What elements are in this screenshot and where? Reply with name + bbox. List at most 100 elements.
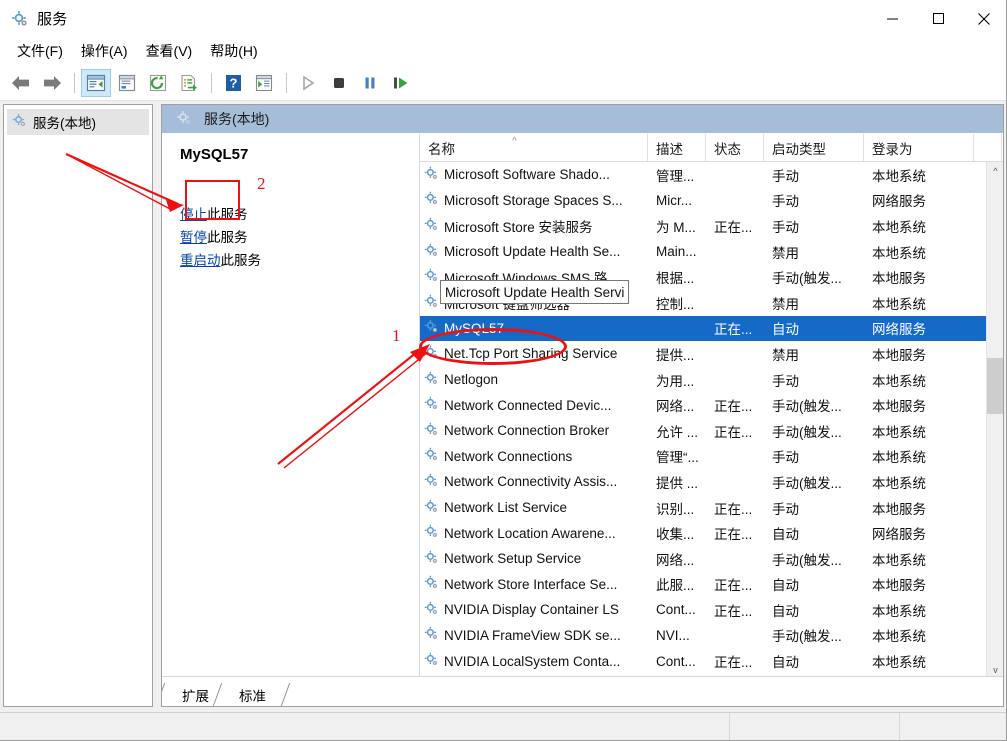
- restart-this-service-link[interactable]: 重启动: [180, 253, 221, 268]
- cell-description: NVI...: [656, 627, 690, 643]
- cell-service-name: Netlogon: [420, 371, 648, 389]
- toolbar-separator-3: [286, 72, 287, 93]
- tab-standard[interactable]: 标准: [223, 683, 280, 706]
- cell-service-name: Microsoft Software Shado...: [420, 166, 648, 184]
- pane-header-label: 服务(本地): [204, 111, 270, 127]
- cell-service-name: Network Connections: [420, 447, 648, 465]
- pause-this-service-link[interactable]: 暂停: [180, 230, 207, 245]
- table-row[interactable]: Network Connection Broker 允许 ... 正在... 手动(触…: [420, 418, 986, 444]
- table-row[interactable]: Network Location Awarene... 收集... 正在... 自动 网…: [420, 520, 986, 546]
- services-rows: Microsoft Software Shado... 管理... 手动 本地系统 Mi…: [420, 162, 986, 678]
- cell-status: 正在...: [714, 424, 753, 440]
- tree-item-services-local[interactable]: 服务(本地): [7, 109, 149, 135]
- service-name-label: Network Connectivity Assis...: [444, 474, 618, 490]
- column-header-startup-type[interactable]: 启动类型: [764, 134, 864, 161]
- table-row[interactable]: Microsoft Software Shado... 管理... 手动 本地系统: [420, 162, 986, 188]
- table-row[interactable]: Network Connected Devic... 网络... 正在... 手动(触…: [420, 392, 986, 418]
- service-name-label: NVIDIA LocalSystem Conta...: [444, 653, 621, 669]
- help-icon[interactable]: ?: [218, 69, 248, 97]
- table-row[interactable]: NVIDIA LocalSystem Conta... Cont... 正在... 自…: [420, 648, 986, 674]
- column-header-log-on-as[interactable]: 登录为: [864, 134, 974, 161]
- export-list-icon[interactable]: [174, 69, 204, 97]
- table-row[interactable]: Network Connections 管理“... 手动 本地系统: [420, 444, 986, 470]
- scroll-up-arrow-icon[interactable]: ^: [987, 162, 1003, 179]
- cell-log-on-as: 本地系统: [872, 475, 926, 491]
- column-header-filler: [974, 134, 1002, 161]
- menu-action[interactable]: 操作(A): [72, 38, 137, 64]
- tab-extended-label: 扩展: [182, 688, 209, 704]
- column-header-description[interactable]: 描述: [648, 134, 706, 161]
- refresh-icon[interactable]: [143, 69, 173, 97]
- column-header-name[interactable]: 名称 ^: [420, 134, 648, 161]
- show-action-pane-icon[interactable]: [249, 69, 279, 97]
- toolbar-separator: [74, 72, 75, 93]
- services-gear-icon: [424, 626, 439, 644]
- status-bar: [0, 712, 1006, 740]
- pause-this-service-line: 暂停此服务: [180, 226, 419, 249]
- main-body: 服务(本地) 服务(本地) MySQL57 停止此服务 暂停此服务 重启动此服务…: [0, 101, 1006, 713]
- start-service-icon[interactable]: [293, 69, 323, 97]
- cell-service-name: Network Connected Devic...: [420, 396, 648, 414]
- minimize-button[interactable]: [869, 0, 915, 37]
- table-row[interactable]: Microsoft Update Health Se... Main... 禁用 本地…: [420, 239, 986, 265]
- table-row[interactable]: Network Connectivity Assis... 提供 ... 手动(触发…: [420, 469, 986, 495]
- window-title: 服务: [37, 11, 68, 28]
- cell-startup-type: 手动: [772, 219, 799, 235]
- cell-service-name: Microsoft Update Health Se...: [420, 243, 648, 261]
- scrollbar-thumb[interactable]: [987, 358, 1003, 414]
- cell-service-name: Network Connectivity Assis...: [420, 473, 648, 491]
- stop-service-icon[interactable]: [324, 69, 354, 97]
- list-vertical-scrollbar[interactable]: ^ v: [986, 162, 1003, 678]
- properties-icon[interactable]: [112, 69, 142, 97]
- menu-view[interactable]: 查看(V): [137, 38, 202, 64]
- show-hide-console-tree-icon[interactable]: [81, 68, 111, 97]
- cell-startup-type: 自动: [772, 655, 799, 671]
- cell-startup-type: 手动(触发...: [772, 475, 842, 491]
- restart-this-service-line: 重启动此服务: [180, 249, 419, 272]
- services-gear-icon: [424, 396, 439, 414]
- maximize-button[interactable]: [915, 0, 961, 37]
- title-bar: 服务: [0, 0, 1006, 37]
- menu-help[interactable]: 帮助(H): [201, 38, 266, 64]
- menu-help-label: 帮助(H): [210, 43, 258, 59]
- services-window: 服务 文件(F) 操作(A) 查看(V) 帮助(H) ? 服务(本地) 服务(本…: [0, 0, 1007, 741]
- forward-icon[interactable]: [37, 69, 67, 97]
- service-name-label: Netlogon: [444, 372, 499, 388]
- services-gear-icon: [424, 652, 439, 670]
- table-row[interactable]: NVIDIA Display Container LS Cont... 正在... 自…: [420, 597, 986, 623]
- close-button[interactable]: [961, 0, 1006, 37]
- menu-action-label: 操作(A): [80, 43, 128, 59]
- service-name-label: Network Store Interface Se...: [444, 576, 618, 592]
- cell-description: 为用...: [656, 373, 695, 389]
- services-gear-icon: [176, 110, 192, 129]
- cell-startup-type: 手动: [772, 450, 799, 466]
- table-row[interactable]: Netlogon 为用... 手动 本地系统: [420, 367, 986, 393]
- cell-description: 此服...: [656, 578, 695, 594]
- table-row[interactable]: Network List Service 识别... 正在... 手动 本地服务: [420, 495, 986, 521]
- cell-startup-type: 自动: [772, 578, 799, 594]
- cell-description: Cont...: [656, 602, 696, 618]
- cell-status: 正在...: [714, 655, 753, 671]
- menu-file-label: 文件(F): [17, 43, 63, 59]
- menu-file[interactable]: 文件(F): [8, 38, 72, 64]
- services-gear-icon: [12, 113, 27, 131]
- cell-log-on-as: 网络服务: [872, 322, 926, 338]
- annotation-rect-stop-link-right: [185, 180, 240, 220]
- service-name-label: Microsoft Storage Spaces S...: [444, 192, 623, 208]
- restart-service-icon[interactable]: [386, 69, 416, 97]
- annotation-ellipse-mysql-row: [419, 328, 567, 365]
- menu-view-label: 查看(V): [145, 43, 193, 59]
- cell-description: Micr...: [656, 192, 692, 208]
- table-row[interactable]: Microsoft Store 安装服务 为 M... 正在... 手动 本地系统: [420, 213, 986, 239]
- view-tabstrip: 扩展 标准: [162, 676, 1003, 706]
- table-row[interactable]: NVIDIA FrameView SDK se... NVI... 手动(触发...…: [420, 623, 986, 649]
- cell-status: 正在...: [714, 219, 753, 235]
- table-row[interactable]: Network Store Interface Se... 此服... 正在... 自…: [420, 572, 986, 598]
- table-row[interactable]: Microsoft Storage Spaces S... Micr... 手动 网络…: [420, 188, 986, 214]
- pause-service-icon[interactable]: [355, 69, 385, 97]
- service-name-label: Microsoft Update Health Se...: [444, 244, 621, 260]
- table-row[interactable]: Network Setup Service 网络... 手动(触发... 本地系统: [420, 546, 986, 572]
- back-icon[interactable]: [6, 69, 36, 97]
- cell-startup-type: 手动: [772, 168, 799, 184]
- column-header-status[interactable]: 状态: [706, 134, 764, 161]
